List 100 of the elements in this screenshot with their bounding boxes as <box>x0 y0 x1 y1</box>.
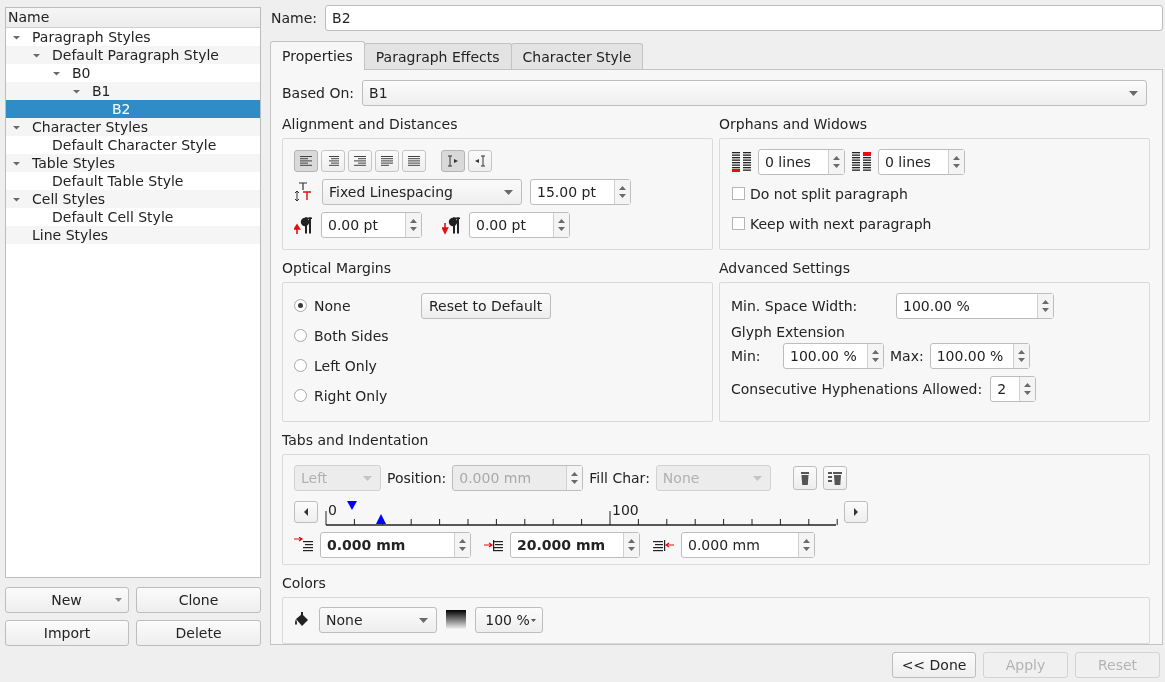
group-title: Orphans and Widows <box>719 115 869 133</box>
field-label: Max: <box>890 348 924 364</box>
radio-label: Right Only <box>314 387 388 404</box>
align-button[interactable] <box>294 150 318 172</box>
tab[interactable]: Character Style <box>510 43 644 69</box>
tree-item[interactable]: Default Paragraph Style <box>6 46 260 64</box>
group-title: Colors <box>282 573 327 592</box>
spin-arrows-icon <box>618 185 627 199</box>
ruler-label: 100 <box>612 502 639 518</box>
name-field[interactable]: B2 <box>325 5 1163 31</box>
indent-field[interactable]: 0.000 mm <box>320 532 471 558</box>
style-button[interactable]: Delete <box>136 620 261 646</box>
arrow-right-icon <box>853 508 859 516</box>
align-left-icon <box>299 155 313 167</box>
spin-arrows-icon <box>832 155 841 169</box>
align-right-icon <box>353 155 367 167</box>
checkbox-label: Keep with next paragraph <box>750 215 932 232</box>
tree-item[interactable]: Cell Styles <box>6 190 260 208</box>
scroll-left-button[interactable] <box>294 501 318 523</box>
direction-button[interactable] <box>441 150 465 172</box>
tree-item[interactable]: Default Cell Style <box>6 208 260 226</box>
space-below-icon <box>442 215 462 235</box>
direction-button[interactable] <box>468 150 492 172</box>
tab[interactable]: Properties <box>270 41 365 70</box>
spin-arrows-icon <box>570 471 580 485</box>
glyph-max-field[interactable]: 100.00 % <box>929 343 1030 369</box>
space-above-field[interactable]: 0.00 pt <box>321 212 422 238</box>
field-label: Min: <box>731 348 762 364</box>
delete-tab-button[interactable] <box>792 466 817 490</box>
line-spacing-field[interactable]: 15.00 pt <box>530 179 631 205</box>
new-menu-button[interactable]: New <box>5 587 129 613</box>
style-button[interactable]: Import <box>5 620 129 646</box>
reset-to-default-button[interactable]: Reset to Default <box>420 293 551 319</box>
line-spacing-icon <box>294 181 314 203</box>
radio-button[interactable] <box>294 389 307 402</box>
first-indent-marker[interactable] <box>347 501 357 510</box>
tree-item[interactable]: Table Styles <box>6 154 260 172</box>
tree-item[interactable]: Line Styles <box>6 226 260 244</box>
spin-arrows-icon <box>409 218 418 232</box>
delete-all-icon <box>827 471 842 485</box>
indent-field[interactable]: 0.000 mm <box>681 532 815 558</box>
align-button[interactable] <box>402 150 426 172</box>
left-indent-marker[interactable] <box>376 514 386 524</box>
shade-gradient-icon <box>446 610 466 631</box>
fill-color-dropdown[interactable]: None <box>319 607 437 634</box>
space-below-field[interactable]: 0.00 pt <box>469 212 570 238</box>
tab[interactable]: Paragraph Effects <box>363 43 512 69</box>
radio-button[interactable] <box>294 299 307 312</box>
spin-arrows-icon <box>871 349 880 363</box>
glyph-min-field[interactable]: 100.00 % <box>783 343 884 369</box>
widow-lines-field[interactable]: 0 lines <box>878 149 965 175</box>
spin-arrows-icon <box>458 538 467 552</box>
tree-item[interactable]: Paragraph Styles <box>6 28 260 46</box>
style-button[interactable]: Clone <box>136 587 261 613</box>
group-title: Optical Margins <box>282 259 392 277</box>
radio-button[interactable] <box>294 329 307 342</box>
radio-label: Left Only <box>314 357 377 374</box>
spin-arrows-icon <box>1041 299 1050 313</box>
field-label: Glyph Extension <box>731 324 846 340</box>
delete-all-tabs-button[interactable] <box>822 466 847 490</box>
radio-button[interactable] <box>294 359 307 372</box>
field-label: Consecutive Hyphenations Allowed: <box>731 381 983 397</box>
tree-item[interactable]: Default Table Style <box>6 172 260 190</box>
tree-item[interactable]: B1 <box>6 82 260 100</box>
caret-icon <box>752 475 762 481</box>
tree-item[interactable]: B0 <box>6 64 260 82</box>
hyphenations-field[interactable]: 2 <box>990 376 1037 402</box>
align-forced-icon <box>407 155 421 167</box>
checkbox[interactable] <box>732 217 745 230</box>
tree-item[interactable]: Character Styles <box>6 118 260 136</box>
caret-icon <box>419 617 428 623</box>
align-center-icon <box>326 155 340 167</box>
tree-item[interactable]: B2 <box>6 100 260 118</box>
orphan-lines-field[interactable]: 0 lines <box>758 149 845 175</box>
field-label: Position: <box>387 470 447 486</box>
indent-field[interactable]: 20.000 mm <box>510 532 640 558</box>
caret-icon <box>363 475 372 481</box>
align-button[interactable] <box>321 150 345 172</box>
shade-button[interactable]: 100 % <box>475 607 543 634</box>
arrow-left-icon <box>303 508 309 516</box>
tree-item[interactable]: Default Character Style <box>6 136 260 154</box>
dialog-button[interactable]: << Done <box>892 652 976 678</box>
spin-arrows-icon <box>1023 382 1033 396</box>
align-button[interactable] <box>375 150 399 172</box>
align-button[interactable] <box>348 150 372 172</box>
min-space-width-field[interactable]: 100.00 % <box>896 293 1054 319</box>
line-spacing-dropdown[interactable]: Fixed Linespacing <box>322 179 522 205</box>
spin-arrows-icon <box>952 155 961 169</box>
checkbox[interactable] <box>732 187 745 200</box>
first-line-indent-icon <box>294 537 314 553</box>
based-on-dropdown[interactable]: B1 <box>362 80 1148 106</box>
paint-bucket-icon <box>294 612 310 629</box>
right-indent-icon <box>653 537 675 553</box>
radio-label: None <box>314 297 351 314</box>
space-above-icon <box>294 215 314 235</box>
ruler-label: 0 <box>328 502 337 518</box>
group-title: Alignment and Distances <box>282 115 459 133</box>
scroll-right-button[interactable] <box>844 501 868 523</box>
radio-label: Both Sides <box>314 327 389 344</box>
column-header[interactable]: Name <box>6 8 260 28</box>
